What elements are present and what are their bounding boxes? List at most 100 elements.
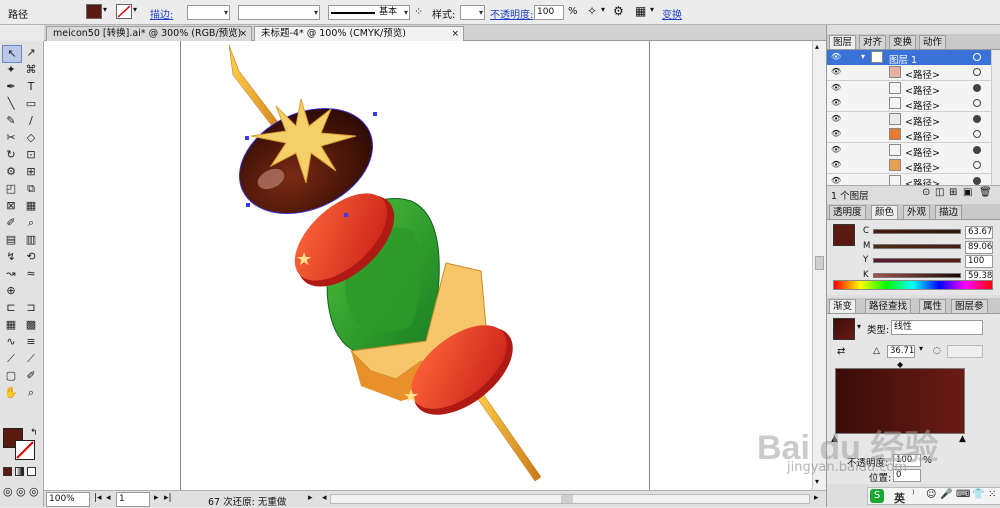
status-menu-icon[interactable]: ▸ xyxy=(308,493,313,503)
layer-name[interactable]: 图层 1 xyxy=(889,52,917,66)
shape-builder-icon[interactable]: ◰ xyxy=(2,181,20,197)
tab-stroke[interactable]: 描边 xyxy=(935,205,963,219)
crosshair-icon[interactable]: ⊕ xyxy=(2,283,20,299)
tab-attributes[interactable]: 属性 xyxy=(919,299,947,313)
mic-icon[interactable]: 🎤 xyxy=(940,489,952,500)
stroke-weight-field[interactable]: ▾ xyxy=(187,5,230,20)
punct-icon[interactable]: ⁾ xyxy=(912,489,914,500)
scroll-left-icon[interactable]: ◂ xyxy=(322,493,327,503)
none-mode-icon[interactable] xyxy=(27,467,36,476)
vertical-scrollbar[interactable]: ▴ ▾ xyxy=(812,41,826,490)
brush-definition-dropdown[interactable]: 基本 ▾ xyxy=(328,5,410,20)
scroll-right-icon[interactable]: ▸ xyxy=(814,493,819,503)
sogou-icon[interactable]: S xyxy=(870,489,884,503)
eye-icon[interactable]: 👁 xyxy=(831,130,841,138)
draw-inside-icon[interactable]: ◎ xyxy=(29,485,39,498)
opacity-label[interactable]: 不透明度: xyxy=(490,6,533,21)
blob-brush-icon[interactable]: ✂ xyxy=(2,130,20,146)
channel-slider[interactable] xyxy=(873,243,961,249)
warp-tool-icon[interactable]: ≈ xyxy=(22,266,40,282)
list-icon[interactable]: ≡ xyxy=(22,334,40,350)
tab-transform[interactable]: 变换 xyxy=(889,35,917,49)
stop-opacity-field[interactable]: 100 xyxy=(893,454,921,467)
artboard-tool-icon[interactable]: ▢ xyxy=(2,368,20,384)
new-sublayer-icon[interactable]: ⊞ xyxy=(949,187,957,198)
first-page-icon[interactable]: |◂ xyxy=(94,493,102,503)
emoji-icon[interactable]: ☺ xyxy=(926,489,936,500)
target-icon[interactable] xyxy=(973,130,981,138)
channel-value-field[interactable]: 89.06 xyxy=(965,240,993,254)
layers-scrollbar[interactable] xyxy=(991,50,1000,185)
line-tool-icon[interactable]: ╲ xyxy=(2,96,20,112)
direct-selection-tool-icon[interactable]: ↗ xyxy=(22,45,40,61)
draw-normal-icon[interactable]: ◎ xyxy=(3,485,13,498)
eyedropper-icon[interactable]: ✐ xyxy=(2,215,20,231)
fill-dropdown-icon[interactable]: ▾ xyxy=(103,5,107,14)
target-icon[interactable] xyxy=(973,53,981,61)
perspective-grid-icon[interactable]: ⧉ xyxy=(22,181,40,197)
eye-icon[interactable]: 👁 xyxy=(831,161,841,169)
close-icon[interactable]: × xyxy=(451,27,459,41)
free-transform-icon[interactable]: ⊞ xyxy=(22,164,40,180)
gradient-type-dropdown[interactable]: 线性 xyxy=(891,320,983,335)
knife-icon[interactable]: ⟋ xyxy=(22,351,40,367)
tab-pathfinder[interactable]: 路径查找 xyxy=(865,299,912,313)
selection-tool-icon[interactable]: ↖ xyxy=(2,45,22,63)
eraser-icon[interactable]: ◇ xyxy=(22,130,40,146)
eye-icon[interactable]: 👁 xyxy=(831,68,841,76)
rectangle-tool-icon[interactable]: ▭ xyxy=(22,96,40,112)
magic-wand-icon[interactable]: ✦ xyxy=(2,62,20,78)
last-page-icon[interactable]: ▸| xyxy=(164,493,172,503)
stop-position-field[interactable]: 0 xyxy=(893,469,921,482)
tab-color[interactable]: 颜色 xyxy=(871,205,899,219)
hand-tool-icon[interactable]: ✋ xyxy=(2,385,20,401)
new-layer-icon[interactable]: ▣ xyxy=(963,187,972,198)
page-field[interactable]: 1 xyxy=(116,492,150,507)
expand-icon[interactable]: ▾ xyxy=(861,52,865,61)
gear-icon[interactable]: ⚙ xyxy=(613,4,624,18)
tab-layer-comps[interactable]: 图层参 xyxy=(951,299,988,313)
style-dropdown[interactable]: ▾ xyxy=(460,5,485,20)
shirt-icon[interactable]: 👕 xyxy=(972,489,984,500)
gradient-stop-left[interactable]: ▲ xyxy=(831,434,838,444)
tab-align[interactable]: 对齐 xyxy=(859,35,887,49)
chart-icon[interactable]: ▩ xyxy=(22,317,40,333)
tab-layers[interactable]: 图层 xyxy=(829,35,857,49)
scissors-icon[interactable]: ✐ xyxy=(22,368,40,384)
target-icon[interactable] xyxy=(973,68,981,76)
tab-gradient[interactable]: 渐变 xyxy=(829,299,857,313)
layer-row-path[interactable]: 👁 <路径> xyxy=(827,65,991,81)
target-icon[interactable] xyxy=(973,176,981,185)
gradient-preview-bar[interactable] xyxy=(835,368,965,434)
align-dropdown-icon[interactable]: ▾ xyxy=(650,5,654,14)
horizontal-scrollbar[interactable] xyxy=(330,494,810,504)
channel-value-field[interactable]: 100 xyxy=(965,255,993,268)
recolor-icon[interactable]: ⁘ xyxy=(414,5,423,18)
rotate-tool-icon[interactable]: ↻ xyxy=(2,147,20,163)
scale-tool-icon[interactable]: ⊡ xyxy=(22,147,40,163)
wave-icon[interactable]: ∿ xyxy=(2,334,20,350)
target-icon[interactable] xyxy=(973,114,981,123)
channel-slider[interactable] xyxy=(873,258,961,263)
lasso-icon[interactable]: ⌘ xyxy=(22,62,40,78)
tab-meicon50[interactable]: meicon50 [转换].ai* @ 300% (RGB/预览) × xyxy=(46,26,252,41)
layer-row-path[interactable]: 👁 <路径> xyxy=(827,127,991,143)
type-tool-icon[interactable]: T xyxy=(22,79,40,95)
channel-slider[interactable] xyxy=(873,229,961,234)
draw-behind-icon[interactable]: ◎ xyxy=(16,485,26,498)
next-page-icon[interactable]: ▸ xyxy=(154,493,159,503)
eye-icon[interactable]: 👁 xyxy=(831,53,841,61)
stroke-color-box[interactable] xyxy=(15,440,35,460)
tab-actions[interactable]: 动作 xyxy=(919,35,947,49)
tab-appearance[interactable]: 外观 xyxy=(903,205,931,219)
layer-row-path[interactable]: 👁 <路径> xyxy=(827,158,991,174)
measure-icon[interactable]: ⌕ xyxy=(22,215,40,231)
color-mode-icon[interactable] xyxy=(3,467,12,476)
layer-row-path[interactable]: 👁 <路径> xyxy=(827,142,991,159)
mesh-tool-icon[interactable]: ⊠ xyxy=(2,198,20,214)
locate-object-icon[interactable]: ⊙ xyxy=(922,187,930,198)
angle-field[interactable]: 36.71 xyxy=(887,345,915,358)
zoom-field[interactable]: 100% xyxy=(46,492,90,507)
fill-swatch[interactable] xyxy=(86,4,102,19)
eye-icon[interactable]: 👁 xyxy=(831,83,841,92)
